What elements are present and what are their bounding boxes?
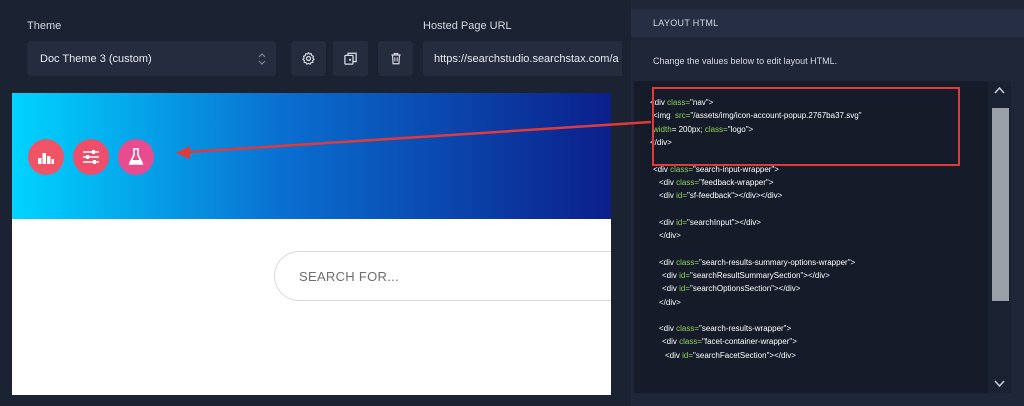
annotation-arrow (176, 120, 652, 159)
